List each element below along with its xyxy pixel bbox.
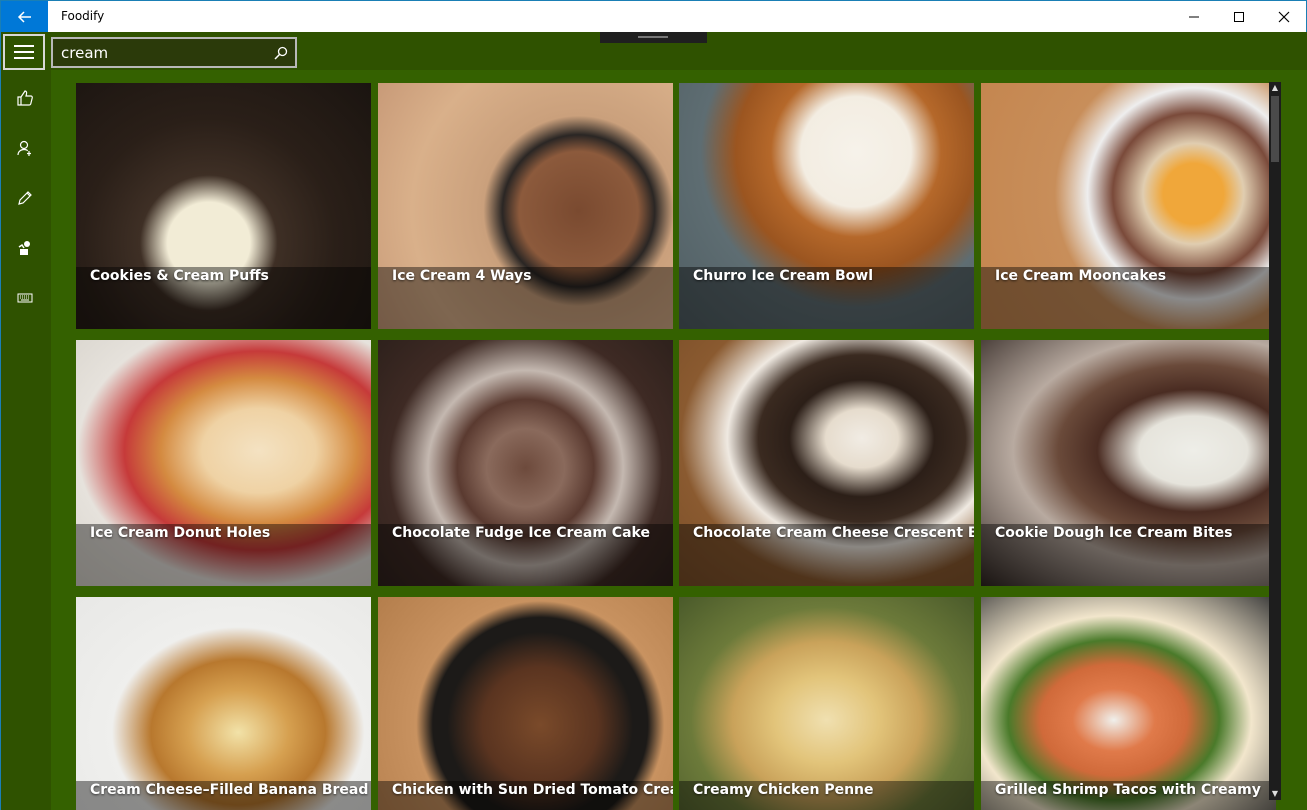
recipe-tile[interactable]: Ice Cream 4 Ways <box>378 83 673 329</box>
minimize-icon <box>1189 16 1199 18</box>
nav-edit[interactable] <box>13 186 37 210</box>
vertical-scrollbar[interactable]: ▲ ▼ <box>1269 82 1281 800</box>
search-icon[interactable] <box>273 45 289 61</box>
person-icon <box>17 140 31 156</box>
maximize-button[interactable] <box>1216 1 1262 33</box>
recipe-tile[interactable]: Ice Cream Donut Holes <box>76 340 371 586</box>
close-icon <box>1278 11 1290 23</box>
recipe-title: Ice Cream 4 Ways <box>392 268 532 284</box>
pencil-icon <box>18 191 32 205</box>
back-button[interactable] <box>1 1 48 33</box>
recipe-tile[interactable]: Chocolate Cream Cheese Crescent Bake <box>679 340 974 586</box>
shrimp-tacos-photo <box>981 597 1276 810</box>
penne-photo <box>679 597 974 810</box>
hamburger-menu-button[interactable] <box>3 34 45 70</box>
hamburger-line <box>14 51 34 53</box>
recipe-title: Grilled Shrimp Tacos with Creamy <box>995 782 1261 798</box>
pane-drag-handle[interactable] <box>600 32 707 43</box>
scroll-down-icon[interactable]: ▼ <box>1269 788 1281 800</box>
title-bar: Foodify <box>0 0 1307 33</box>
skillet-chicken-photo <box>378 597 673 810</box>
nav-profile[interactable] <box>13 136 37 160</box>
recipe-tile[interactable]: Churro Ice Cream Bowl <box>679 83 974 329</box>
recipe-tile[interactable]: Creamy Chicken Penne <box>679 597 974 810</box>
recipe-title: Ice Cream Donut Holes <box>90 525 271 541</box>
chef-icon <box>18 241 30 255</box>
recipe-tile[interactable]: Cream Cheese–Filled Banana Bread <box>76 597 371 810</box>
recipe-title: Chocolate Cream Cheese Crescent Bake <box>693 525 974 541</box>
recipe-tile[interactable]: Cookies & Cream Puffs <box>76 83 371 329</box>
recipe-title: Chicken with Sun Dried Tomato Cream <box>392 782 673 798</box>
recipe-title: Chocolate Fudge Ice Cream Cake <box>392 525 650 541</box>
hamburger-line <box>14 57 34 59</box>
thumbs-up-icon <box>17 90 33 106</box>
search-box[interactable] <box>51 37 297 68</box>
sidebar <box>0 32 48 810</box>
maximize-icon <box>1234 12 1244 22</box>
minimize-button[interactable] <box>1171 1 1217 33</box>
recipe-title: Cookie Dough Ice Cream Bites <box>995 525 1233 541</box>
scrollbar-thumb[interactable] <box>1271 96 1279 162</box>
drag-grip <box>638 36 668 38</box>
keyboard-icon <box>17 293 33 303</box>
search-input[interactable] <box>61 43 261 63</box>
recipe-tile[interactable]: Chocolate Fudge Ice Cream Cake <box>378 340 673 586</box>
recipe-results: Cookies & Cream Puffs Ice Cream 4 Ways C… <box>51 70 1307 810</box>
recipe-tile[interactable]: Ice Cream Mooncakes <box>981 83 1276 329</box>
nav-liked[interactable] <box>13 86 37 110</box>
scroll-up-icon[interactable]: ▲ <box>1269 82 1281 94</box>
app-title: Foodify <box>61 9 105 23</box>
recipe-tile[interactable]: Cookie Dough Ice Cream Bites <box>981 340 1276 586</box>
nav-keyboard[interactable] <box>13 286 37 310</box>
recipe-title: Cream Cheese–Filled Banana Bread <box>90 782 369 798</box>
recipe-tile[interactable]: Chicken with Sun Dried Tomato Cream <box>378 597 673 810</box>
back-arrow-icon <box>17 11 31 23</box>
recipe-title: Cookies & Cream Puffs <box>90 268 269 284</box>
banana-bread-photo <box>76 597 371 810</box>
recipe-tile[interactable]: Grilled Shrimp Tacos with Creamy <box>981 597 1276 810</box>
recipe-title: Creamy Chicken Penne <box>693 782 874 798</box>
hamburger-line <box>14 45 34 47</box>
recipe-title: Churro Ice Cream Bowl <box>693 268 873 284</box>
close-button[interactable] <box>1261 1 1307 33</box>
nav-chef[interactable] <box>13 236 37 260</box>
recipe-title: Ice Cream Mooncakes <box>995 268 1167 284</box>
